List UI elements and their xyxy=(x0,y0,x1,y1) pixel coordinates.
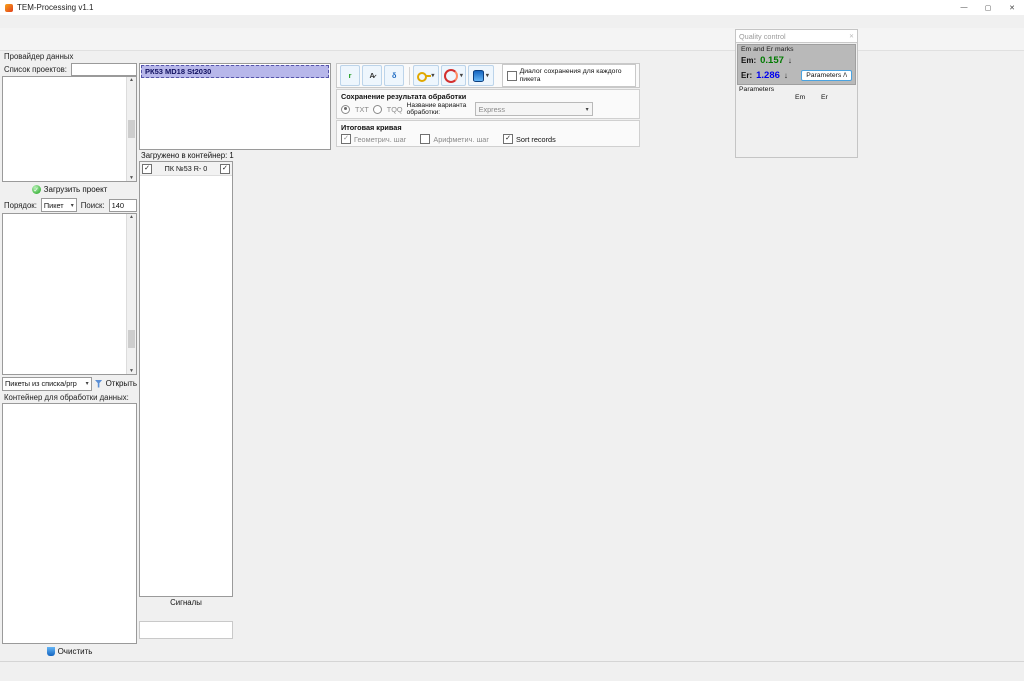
funnel-icon xyxy=(95,380,103,388)
maximize-button[interactable]: ▢ xyxy=(976,0,1000,15)
geometric-step-checkbox[interactable]: Геометрич. шаг xyxy=(341,134,406,144)
save-db-icon[interactable]: ▾ xyxy=(468,65,493,86)
er-label: Er: xyxy=(741,71,752,80)
loaded-count-label: Загружено в контейнер: 1 xyxy=(141,151,234,160)
picket-tree[interactable]: ▲▼ xyxy=(2,213,137,375)
main-toolbar xyxy=(0,28,1024,51)
er-value: 1.286 xyxy=(756,70,780,81)
processing-panel: r A̷ δ ▾ ▾ ▾ Диалог сохранения для каждо… xyxy=(336,63,640,150)
save-group-title: Сохранение результата обработки xyxy=(341,92,635,101)
menubar xyxy=(0,15,1024,29)
minimize-button[interactable]: — xyxy=(952,0,976,15)
load-project-button[interactable]: ✓ Загрузить проект xyxy=(2,182,137,197)
save-result-group: Сохранение результата обработки TXT TQQ … xyxy=(336,89,640,119)
titlebar: TEM-Processing v1.1 — ▢ ✕ xyxy=(0,0,1024,16)
projects-label: Список проектов: xyxy=(2,64,69,75)
picket-source-combo[interactable]: Пикеты из списка/prp▾ xyxy=(2,377,92,391)
loaded-records-list[interactable]: РК53 MD18 St2030 xyxy=(139,63,331,150)
em-value: 0.157 xyxy=(760,55,784,66)
projects-list[interactable]: ▲▼ xyxy=(2,76,137,182)
em-down-arrow-icon[interactable]: ↓ xyxy=(788,56,792,65)
signals-title: Сигналы xyxy=(139,598,233,609)
order-label: Порядок: xyxy=(2,200,39,211)
provider-label: Провайдер данных xyxy=(2,51,137,62)
variant-combo[interactable]: Express▾ xyxy=(475,102,593,116)
em-er-marks-group: Em and Er marks Em: 0.157 ↓ Er: 1.286 ↓ … xyxy=(737,44,856,85)
em-column-header: Em xyxy=(795,94,821,101)
quality-close-icon[interactable]: ✕ xyxy=(849,33,854,40)
loaded-record-item[interactable]: РК53 MD18 St2030 xyxy=(141,65,329,78)
quality-control-panel: Quality control ✕ Em and Er marks Em: 0.… xyxy=(735,29,858,158)
projects-filter-input[interactable] xyxy=(71,63,137,76)
save-dialog-checkbox[interactable]: Диалог сохранения для каждого пикета xyxy=(502,64,636,87)
parameters-button[interactable]: Parameters /\ xyxy=(801,70,852,81)
trash-icon xyxy=(47,647,55,656)
delta-tool-icon[interactable]: δ xyxy=(384,65,404,86)
tree-scrollbar[interactable]: ▲▼ xyxy=(126,214,136,374)
container-label: Контейнер для обработки данных: xyxy=(2,392,137,403)
sort-records-checkbox[interactable]: Sort records xyxy=(503,134,556,144)
signal-list-panel: ПК №53 R- 0 xyxy=(139,161,233,597)
order-combo[interactable]: Пикет▾ xyxy=(41,198,77,212)
tem-processing-window: TEM-Processing v1.1 — ▢ ✕ Провайдер данн… xyxy=(0,0,1024,681)
er-column-header: Er xyxy=(821,94,828,101)
signals-check-all-left[interactable] xyxy=(142,164,152,174)
search-input[interactable]: 140 xyxy=(109,199,137,212)
open-button[interactable]: Открыть xyxy=(95,379,137,388)
variant-label: Название варианта обработки: xyxy=(407,102,471,116)
load-project-icon: ✓ xyxy=(32,185,41,194)
curve-group-title: Итоговая кривая xyxy=(341,123,635,132)
summary-curve-group: Итоговая кривая Геометрич. шаг Арифметич… xyxy=(336,120,640,147)
quality-control-title: Quality control xyxy=(739,32,786,41)
save-dialog-checkbox-box[interactable] xyxy=(507,71,517,81)
filter-knot-icon[interactable]: ▾ xyxy=(441,65,466,86)
amplitude-tool-icon[interactable]: A̷ xyxy=(362,65,382,86)
window-title: TEM-Processing v1.1 xyxy=(17,3,93,12)
signals-control-panel: Сигналы xyxy=(139,598,233,660)
marks-title: Em and Er marks xyxy=(741,46,852,53)
parameters-group: Parameters Em Er xyxy=(736,86,857,101)
signals-header: ПК №53 R- 0 xyxy=(165,164,208,173)
er-down-arrow-icon[interactable]: ↓ xyxy=(784,71,788,80)
tqq-radio[interactable]: TQQ xyxy=(373,105,403,114)
statusbar xyxy=(0,661,1024,681)
em-label: Em: xyxy=(741,56,756,65)
close-button[interactable]: ✕ xyxy=(1000,0,1024,15)
clear-button[interactable]: Очистить xyxy=(2,644,137,659)
search-label: Поиск: xyxy=(79,200,107,211)
parameters-title: Parameters xyxy=(739,86,854,93)
txt-radio[interactable]: TXT xyxy=(341,105,369,114)
data-provider-panel: Провайдер данных Список проектов: ▲▼ ✓ З… xyxy=(2,51,137,659)
container-table[interactable] xyxy=(2,403,137,644)
arithmetic-step-checkbox[interactable]: Арифметич. шаг xyxy=(420,134,489,144)
signals-check-all-right[interactable] xyxy=(220,164,230,174)
app-icon xyxy=(5,4,13,12)
gamma-tool-icon[interactable]: r xyxy=(340,65,360,86)
key-icon[interactable]: ▾ xyxy=(413,65,438,86)
projects-scrollbar[interactable]: ▲▼ xyxy=(126,77,136,181)
